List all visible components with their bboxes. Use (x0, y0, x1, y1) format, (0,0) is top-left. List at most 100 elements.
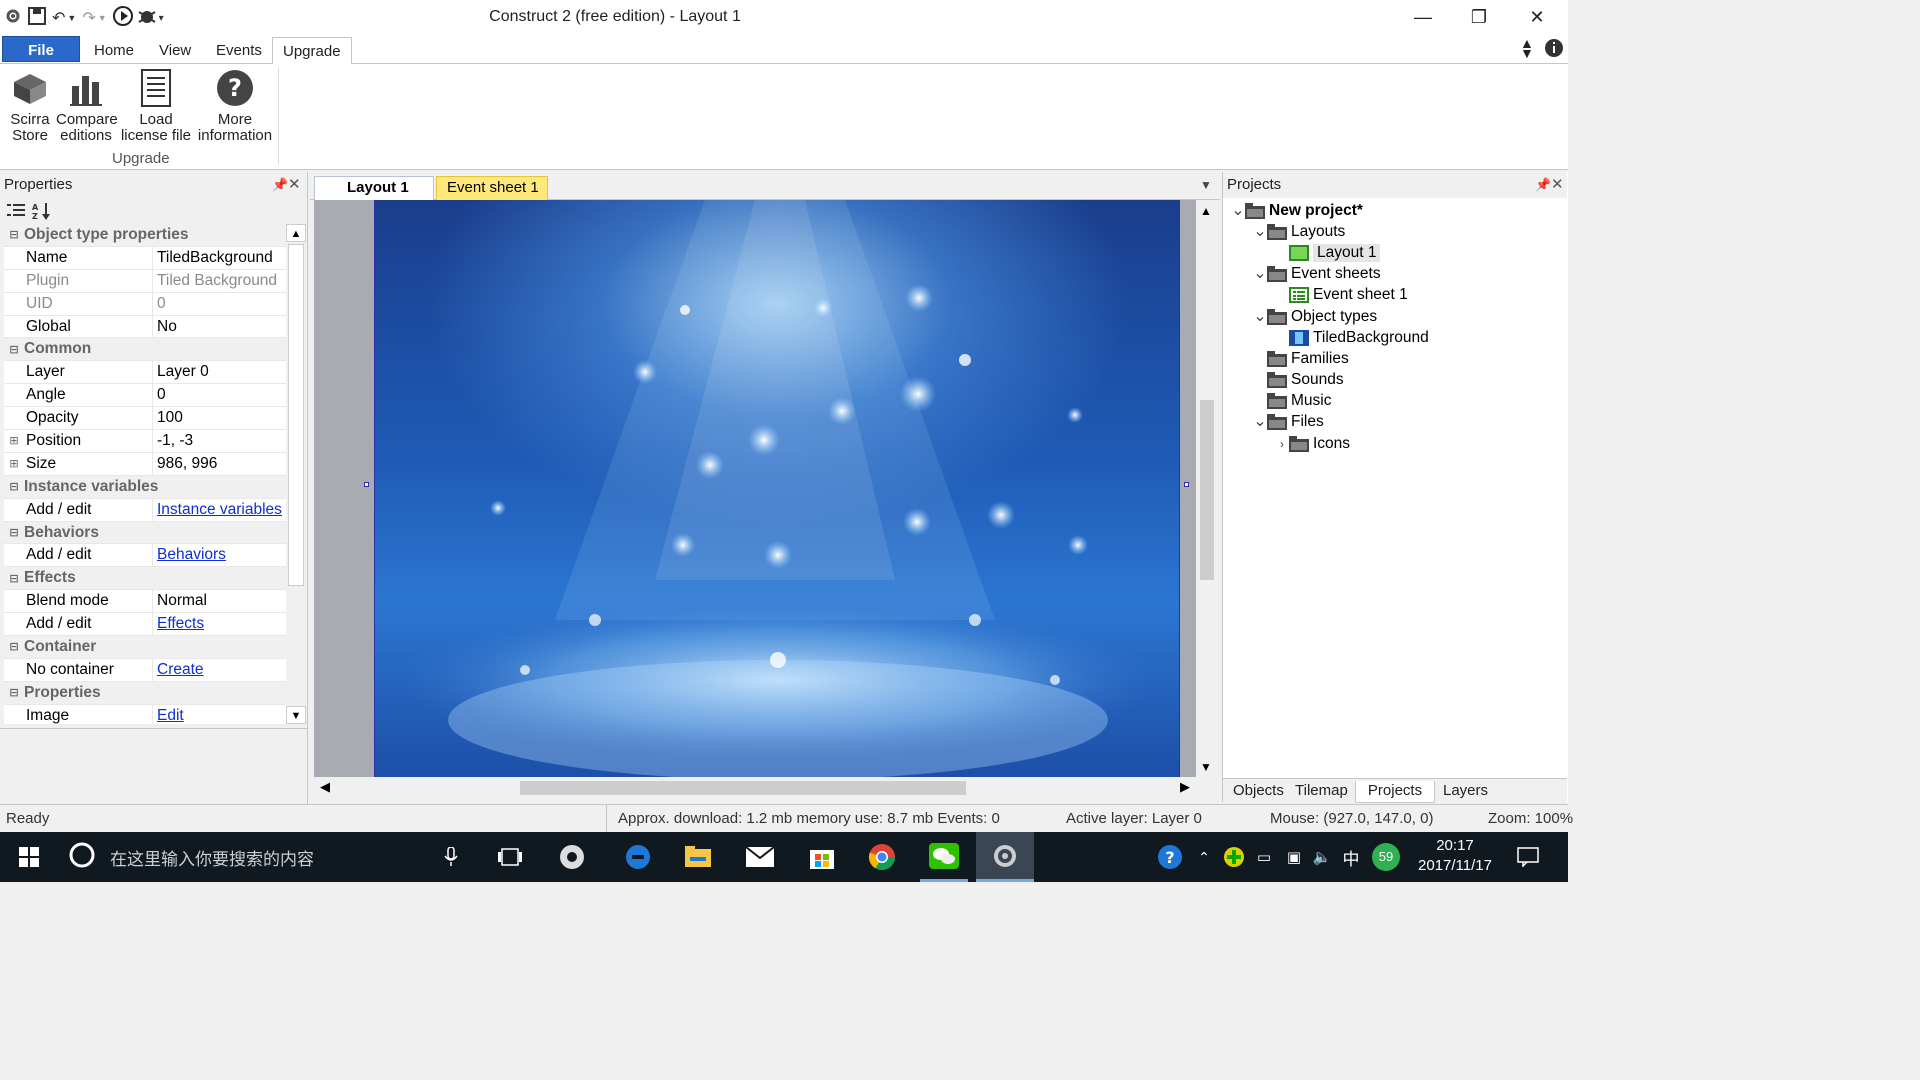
property-row[interactable]: Add / edit Effects (4, 613, 286, 637)
property-link[interactable]: Effects (157, 615, 204, 633)
tabs-dropdown-icon[interactable]: ▼ (1200, 178, 1212, 192)
close-panel-icon[interactable]: ✕ (288, 172, 301, 198)
expand-icon[interactable]: ⊞ (4, 457, 24, 470)
property-row[interactable]: Global No (4, 315, 286, 339)
property-section[interactable]: ⊟ Behaviors (4, 521, 286, 545)
property-section[interactable]: ⊟ Container (4, 636, 286, 659)
property-link[interactable]: Behaviors (157, 546, 226, 564)
chevron-down-icon[interactable]: ⌄ (1231, 202, 1245, 218)
projects-pin-icon[interactable]: 📌 (1535, 172, 1551, 198)
property-row[interactable]: UID 0 (4, 292, 286, 316)
notification-center-icon[interactable] (1508, 832, 1548, 882)
collapse-icon[interactable]: ⊟ (4, 228, 24, 241)
tab-view[interactable]: View (149, 37, 201, 64)
categorized-icon[interactable] (6, 201, 26, 225)
tab-tilemap[interactable]: Tilemap (1289, 781, 1354, 803)
minimize-button[interactable]: — (1400, 4, 1446, 30)
expand-icon[interactable]: ⊞ (4, 434, 24, 447)
property-row[interactable]: Add / edit Instance variables (4, 498, 286, 522)
property-section[interactable]: ⊟ Properties (4, 681, 286, 705)
construct-icon[interactable] (976, 832, 1034, 882)
property-row[interactable]: ⊞ Position -1, -3 (4, 430, 286, 453)
tab-layers[interactable]: Layers (1437, 781, 1494, 803)
property-section[interactable]: ⊟ Effects (4, 567, 286, 591)
chevron-down-icon[interactable]: ⌄ (1253, 308, 1267, 324)
tiled-background-object[interactable] (374, 200, 1180, 777)
collapse-icon[interactable]: ⊟ (4, 480, 24, 493)
tab-objects[interactable]: Objects (1227, 781, 1290, 803)
chevron-down-icon[interactable]: ⌄ (1253, 266, 1267, 282)
tree-node[interactable]: ⌄ Object types (1223, 306, 1567, 327)
file-explorer-icon[interactable] (676, 832, 720, 882)
scirra-store-button[interactable]: Scirra Store (6, 68, 54, 144)
tree-node[interactable]: Families (1223, 348, 1567, 369)
scrollbar-thumb[interactable] (288, 244, 304, 586)
restore-button[interactable]: ❐ (1456, 4, 1502, 30)
canvas-horizontal-scrollbar[interactable]: ◀ ▶ (314, 777, 1196, 799)
tree-node[interactable]: ⌄ New project* (1223, 200, 1567, 221)
more-information-button[interactable]: ? More information (196, 68, 274, 144)
volume-icon[interactable]: 🔈 (1308, 832, 1336, 882)
collapse-icon[interactable]: ⊟ (4, 572, 24, 585)
store-icon[interactable] (800, 832, 844, 882)
tree-node[interactable]: ⌄ Event sheets (1223, 264, 1567, 285)
property-section[interactable]: ⊟ Common (4, 338, 286, 362)
app-icon[interactable] (550, 832, 594, 882)
canvas-hscroll-thumb[interactable] (520, 781, 966, 795)
property-row[interactable]: No container Create (4, 658, 286, 682)
property-row[interactable]: Blend mode Normal (4, 590, 286, 614)
tree-node[interactable]: Event sheet 1 (1223, 285, 1567, 306)
property-row[interactable]: Image Edit (4, 704, 286, 724)
scroll-down-icon[interactable]: ▼ (286, 706, 306, 724)
help-tray-icon[interactable]: ? (1152, 832, 1188, 882)
property-value[interactable]: 0 (152, 384, 286, 407)
tree-node[interactable]: Music (1223, 391, 1567, 412)
chrome-icon[interactable] (860, 832, 904, 882)
tree-node[interactable]: Sounds (1223, 370, 1567, 391)
property-link[interactable]: Create (157, 661, 204, 679)
green-plus-tray-icon[interactable] (1220, 832, 1248, 882)
show-hidden-icons-icon[interactable]: ⌃ (1192, 832, 1216, 882)
layout-canvas[interactable] (314, 200, 1196, 777)
mail-icon[interactable] (738, 832, 782, 882)
tree-node[interactable]: › Icons (1223, 433, 1567, 454)
wechat-icon[interactable] (920, 832, 968, 882)
tab-projects[interactable]: Projects (1355, 781, 1435, 803)
canvas-scroll-up-icon[interactable]: ▲ (1200, 204, 1212, 218)
taskbar-search-box[interactable]: 在这里输入你要搜索的内容 (60, 832, 480, 882)
property-value[interactable]: Layer 0 (152, 361, 286, 384)
property-value[interactable]: TiledBackground (152, 246, 286, 269)
collapse-icon[interactable]: ⊟ (4, 640, 24, 653)
chevron-right-icon[interactable]: › (1275, 437, 1289, 451)
property-section[interactable]: ⊟ Instance variables (4, 475, 286, 499)
resize-handle-right[interactable] (1184, 482, 1189, 487)
chevron-down-icon[interactable]: ⌄ (1253, 414, 1267, 430)
tab-event-sheet-1[interactable]: Event sheet 1 (436, 176, 548, 200)
canvas-vertical-scrollbar[interactable]: ▲ ▼ (1196, 200, 1218, 777)
property-value[interactable]: Effects (152, 613, 286, 636)
property-value[interactable]: Instance variables (152, 498, 286, 521)
canvas-scroll-left-icon[interactable]: ◀ (320, 779, 330, 795)
property-value[interactable]: 0 (152, 292, 286, 315)
tree-node[interactable]: ⌄ Layouts (1223, 221, 1567, 242)
property-value[interactable]: Tiled Background (152, 269, 286, 292)
ribbon-collapse-icon[interactable]: ▲ ▼ (1520, 36, 1534, 60)
cortana-icon[interactable] (68, 841, 96, 874)
canvas-vscroll-thumb[interactable] (1200, 400, 1214, 580)
property-row[interactable]: Add / edit Behaviors (4, 544, 286, 568)
property-row[interactable]: ⊞ Size 986, 996 (4, 452, 286, 476)
pin-icon[interactable]: 📌 (272, 172, 288, 198)
compare-editions-button[interactable]: Compare editions (56, 68, 118, 144)
property-value[interactable]: Edit (152, 704, 286, 724)
property-value[interactable]: 100 (152, 407, 286, 430)
tab-upgrade[interactable]: Upgrade (272, 37, 352, 65)
scroll-up-icon[interactable]: ▲ (286, 224, 306, 242)
property-value[interactable]: Behaviors (152, 544, 286, 567)
property-link[interactable]: Instance variables (157, 501, 282, 519)
task-view-icon[interactable] (488, 832, 532, 882)
microphone-icon[interactable] (444, 846, 458, 872)
projects-close-icon[interactable]: ✕ (1551, 172, 1564, 198)
property-value[interactable]: No (152, 315, 286, 338)
property-row[interactable]: Name TiledBackground (4, 246, 286, 270)
tab-layout-1[interactable]: Layout 1 ✕ (314, 176, 434, 218)
